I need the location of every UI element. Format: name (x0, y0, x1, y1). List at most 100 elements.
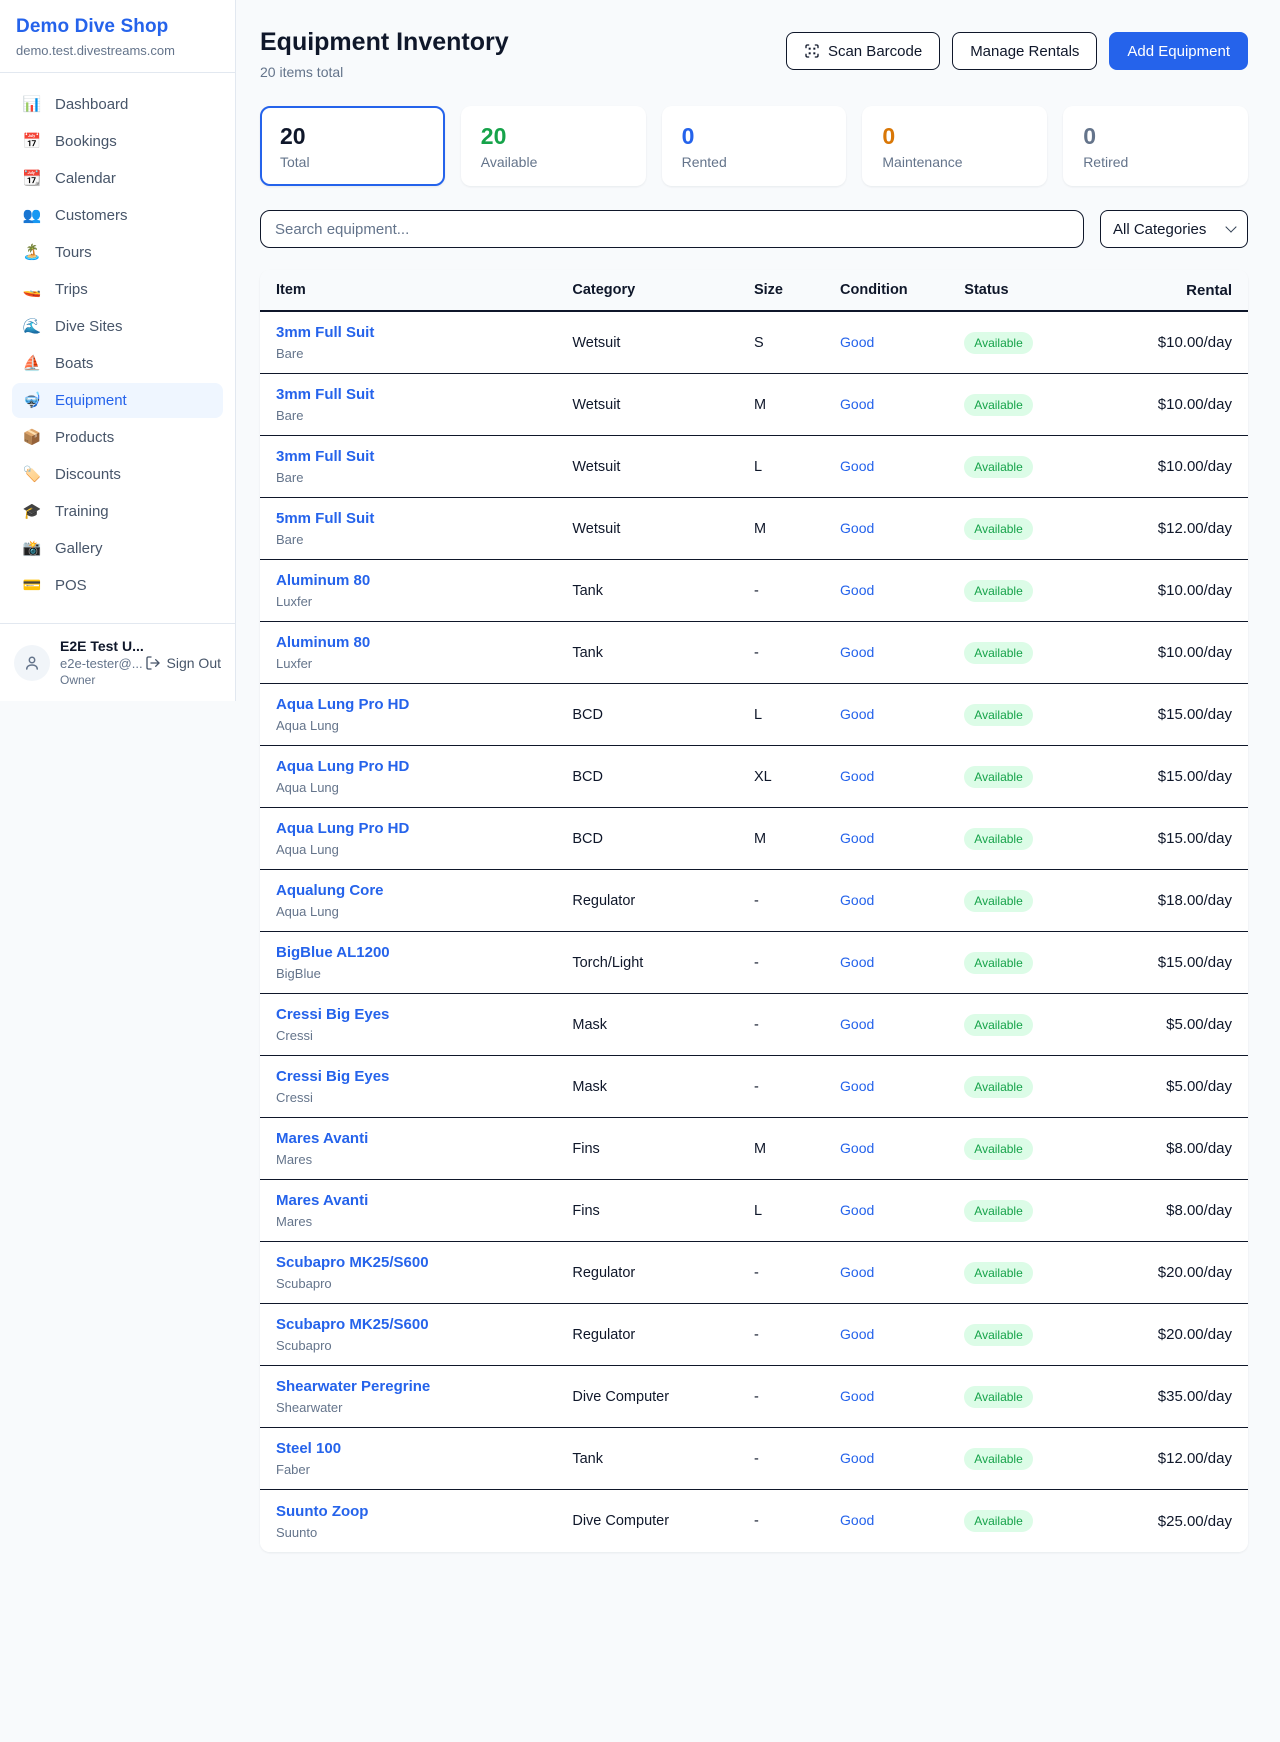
condition-link[interactable]: Good (840, 644, 874, 660)
table-row[interactable]: Cressi Big Eyes Cressi Mask - Good Avail… (260, 1056, 1248, 1118)
manage-rentals-button[interactable]: Manage Rentals (952, 32, 1097, 70)
item-name-link[interactable]: Mares Avanti (276, 1192, 368, 1209)
sign-out-button[interactable]: Sign Out (145, 655, 221, 671)
stat-card[interactable]: 0 Retired (1063, 106, 1248, 186)
condition-link[interactable]: Good (840, 706, 874, 722)
status-cell: Available (964, 518, 1117, 540)
item-name-link[interactable]: Aqua Lung Pro HD (276, 820, 409, 837)
user-info: E2E Test U... e2e-tester@... Owner (60, 638, 135, 687)
item-name-link[interactable]: BigBlue AL1200 (276, 944, 390, 961)
table-row[interactable]: Mares Avanti Mares Fins M Good Available… (260, 1118, 1248, 1180)
sidebar-item[interactable]: 👥 Customers (12, 198, 223, 233)
table-row[interactable]: 3mm Full Suit Bare Wetsuit L Good Availa… (260, 436, 1248, 498)
item-name-link[interactable]: Shearwater Peregrine (276, 1378, 430, 1395)
table-row[interactable]: Scubapro MK25/S600 Scubapro Regulator - … (260, 1242, 1248, 1304)
item-name-link[interactable]: Scubapro MK25/S600 (276, 1254, 429, 1271)
condition-link[interactable]: Good (840, 1388, 874, 1404)
brand-name[interactable]: Demo Dive Shop (16, 16, 219, 38)
sidebar-item[interactable]: 🚤 Trips (12, 272, 223, 307)
sidebar-item[interactable]: 💳 POS (12, 568, 223, 603)
sidebar-item[interactable]: 🎓 Training (12, 494, 223, 529)
table-row[interactable]: Mares Avanti Mares Fins L Good Available… (260, 1180, 1248, 1242)
item-name-link[interactable]: Suunto Zoop (276, 1503, 368, 1520)
item-name-link[interactable]: Steel 100 (276, 1440, 341, 1457)
sidebar-item[interactable]: 🏷️ Discounts (12, 457, 223, 492)
sidebar-item-label: Customers (55, 207, 128, 224)
column-header-condition: Condition (840, 282, 964, 298)
item-brand: Aqua Lung (276, 842, 562, 857)
condition-link[interactable]: Good (840, 768, 874, 784)
condition-link[interactable]: Good (840, 582, 874, 598)
item-name-link[interactable]: Aqualung Core (276, 882, 384, 899)
table-row[interactable]: Aqua Lung Pro HD Aqua Lung BCD M Good Av… (260, 808, 1248, 870)
table-row[interactable]: Aqua Lung Pro HD Aqua Lung BCD XL Good A… (260, 746, 1248, 808)
status-badge: Available (964, 1510, 1032, 1532)
table-row[interactable]: Aluminum 80 Luxfer Tank - Good Available… (260, 560, 1248, 622)
item-name-link[interactable]: 3mm Full Suit (276, 324, 374, 341)
stat-card[interactable]: 20 Total (260, 106, 445, 186)
sidebar-item-label: Training (55, 503, 109, 520)
sidebar-item[interactable]: 🌊 Dive Sites (12, 309, 223, 344)
table-row[interactable]: Scubapro MK25/S600 Scubapro Regulator - … (260, 1304, 1248, 1366)
condition-link[interactable]: Good (840, 1016, 874, 1032)
item-name-link[interactable]: Aqua Lung Pro HD (276, 696, 409, 713)
item-name-link[interactable]: Aluminum 80 (276, 572, 370, 589)
item-name-link[interactable]: 5mm Full Suit (276, 510, 374, 527)
sidebar-item-icon: 📊 (22, 97, 42, 112)
table-row[interactable]: Shearwater Peregrine Shearwater Dive Com… (260, 1366, 1248, 1428)
condition-link[interactable]: Good (840, 1140, 874, 1156)
table-row[interactable]: BigBlue AL1200 BigBlue Torch/Light - Goo… (260, 932, 1248, 994)
condition-link[interactable]: Good (840, 1450, 874, 1466)
condition-link[interactable]: Good (840, 892, 874, 908)
item-name-link[interactable]: Aqua Lung Pro HD (276, 758, 409, 775)
table-row[interactable]: Suunto Zoop Suunto Dive Computer - Good … (260, 1490, 1248, 1552)
stat-card[interactable]: 0 Maintenance (862, 106, 1047, 186)
scan-barcode-button[interactable]: Scan Barcode (786, 32, 940, 70)
table-row[interactable]: Aluminum 80 Luxfer Tank - Good Available… (260, 622, 1248, 684)
condition-link[interactable]: Good (840, 1326, 874, 1342)
category-select[interactable]: All Categories (1100, 210, 1248, 248)
sidebar-item[interactable]: 📅 Bookings (12, 124, 223, 159)
item-cell: Aqua Lung Pro HD Aqua Lung (276, 758, 572, 795)
category-cell: Regulator (572, 1265, 754, 1281)
sidebar-item[interactable]: 📊 Dashboard (12, 87, 223, 122)
item-name-link[interactable]: Mares Avanti (276, 1130, 368, 1147)
condition-link[interactable]: Good (840, 830, 874, 846)
item-name-link[interactable]: Aluminum 80 (276, 634, 370, 651)
table-row[interactable]: Cressi Big Eyes Cressi Mask - Good Avail… (260, 994, 1248, 1056)
condition-link[interactable]: Good (840, 334, 874, 350)
condition-link[interactable]: Good (840, 458, 874, 474)
sidebar-item[interactable]: 🏝️ Tours (12, 235, 223, 270)
condition-link[interactable]: Good (840, 396, 874, 412)
item-name-link[interactable]: Scubapro MK25/S600 (276, 1316, 429, 1333)
table-row[interactable]: Aqua Lung Pro HD Aqua Lung BCD L Good Av… (260, 684, 1248, 746)
item-name-link[interactable]: Cressi Big Eyes (276, 1068, 389, 1085)
search-input[interactable] (260, 210, 1084, 248)
table-row[interactable]: Steel 100 Faber Tank - Good Available $1… (260, 1428, 1248, 1490)
condition-link[interactable]: Good (840, 954, 874, 970)
item-name-link[interactable]: 3mm Full Suit (276, 386, 374, 403)
condition-link[interactable]: Good (840, 1264, 874, 1280)
add-equipment-button[interactable]: Add Equipment (1109, 32, 1248, 70)
rental-price-cell: $10.00/day (1117, 396, 1232, 413)
table-row[interactable]: 3mm Full Suit Bare Wetsuit S Good Availa… (260, 312, 1248, 374)
table-row[interactable]: 3mm Full Suit Bare Wetsuit M Good Availa… (260, 374, 1248, 436)
condition-link[interactable]: Good (840, 1078, 874, 1094)
status-cell: Available (964, 1448, 1117, 1470)
condition-link[interactable]: Good (840, 520, 874, 536)
sidebar-item[interactable]: ⛵ Boats (12, 346, 223, 381)
sidebar-item[interactable]: 📦 Products (12, 420, 223, 455)
item-name-link[interactable]: Cressi Big Eyes (276, 1006, 389, 1023)
table-row[interactable]: 5mm Full Suit Bare Wetsuit M Good Availa… (260, 498, 1248, 560)
table-row[interactable]: Aqualung Core Aqua Lung Regulator - Good… (260, 870, 1248, 932)
status-cell: Available (964, 1386, 1117, 1408)
sidebar-item[interactable]: 📸 Gallery (12, 531, 223, 566)
item-cell: Mares Avanti Mares (276, 1130, 572, 1167)
sidebar-item[interactable]: 📆 Calendar (12, 161, 223, 196)
condition-link[interactable]: Good (840, 1202, 874, 1218)
stat-card[interactable]: 20 Available (461, 106, 646, 186)
condition-link[interactable]: Good (840, 1512, 874, 1528)
item-name-link[interactable]: 3mm Full Suit (276, 448, 374, 465)
sidebar-item[interactable]: 🤿 Equipment (12, 383, 223, 418)
stat-card[interactable]: 0 Rented (662, 106, 847, 186)
